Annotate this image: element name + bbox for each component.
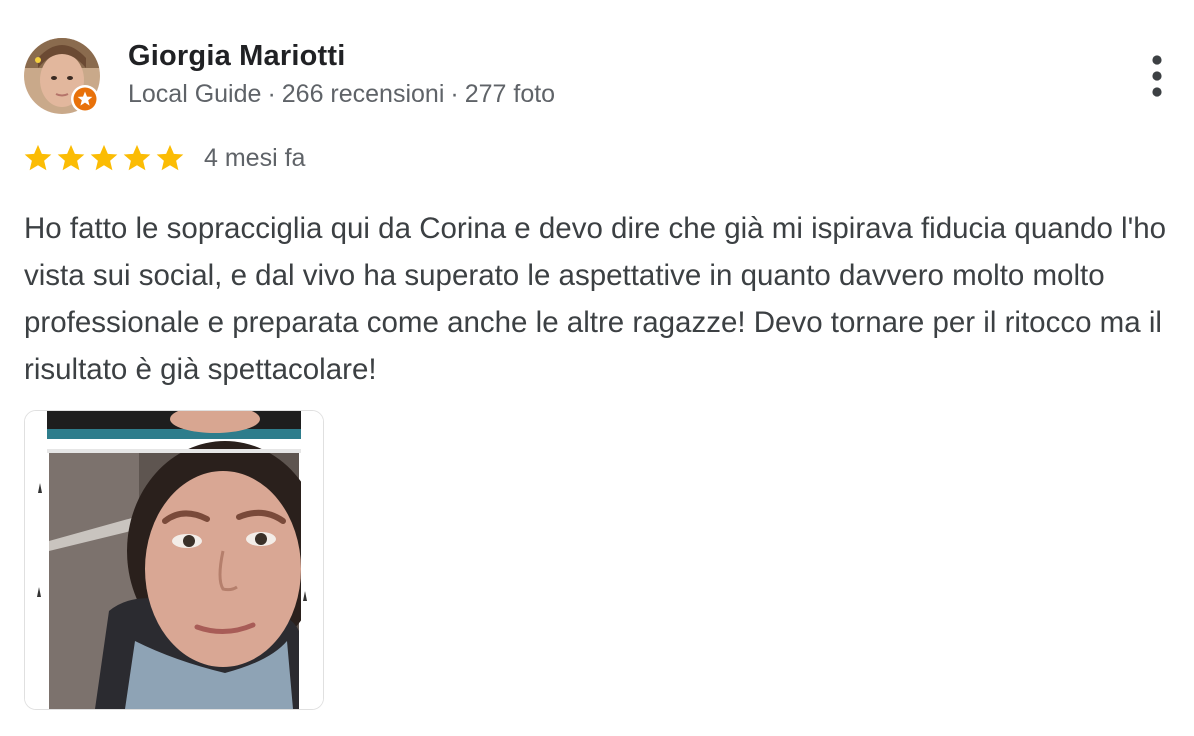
review-text: Ho fatto le sopracciglia qui da Corina e… <box>24 212 1167 386</box>
reviewer-reviews-count: 266 recensioni <box>281 80 445 108</box>
reviewer-name[interactable]: Giorgia Mariotti <box>128 40 346 73</box>
rating-row: 4 mesi fa <box>22 140 305 176</box>
star-rating <box>22 142 186 174</box>
reviewer-photos-count: 277 foto <box>464 80 556 108</box>
star-icon <box>123 144 151 171</box>
reviewer-meta: Local Guide · 266 recensioni · 277 foto <box>128 80 555 109</box>
star-icon <box>24 144 52 171</box>
review-date: 4 mesi fa <box>204 143 306 172</box>
star-icon <box>90 144 118 171</box>
star-icon <box>156 144 184 171</box>
more-vertical-icon <box>1152 55 1162 97</box>
reviewer-level: Local Guide <box>128 80 262 108</box>
meta-separator: · <box>267 80 276 108</box>
meta-separator: · <box>450 80 459 108</box>
star-icon <box>57 144 85 171</box>
more-options-button[interactable] <box>1140 50 1174 102</box>
local-guide-badge-icon <box>70 84 100 114</box>
review-photo[interactable] <box>24 410 324 710</box>
review-card: Giorgia Mariotti Local Guide · 266 recensi… <box>0 0 1194 736</box>
